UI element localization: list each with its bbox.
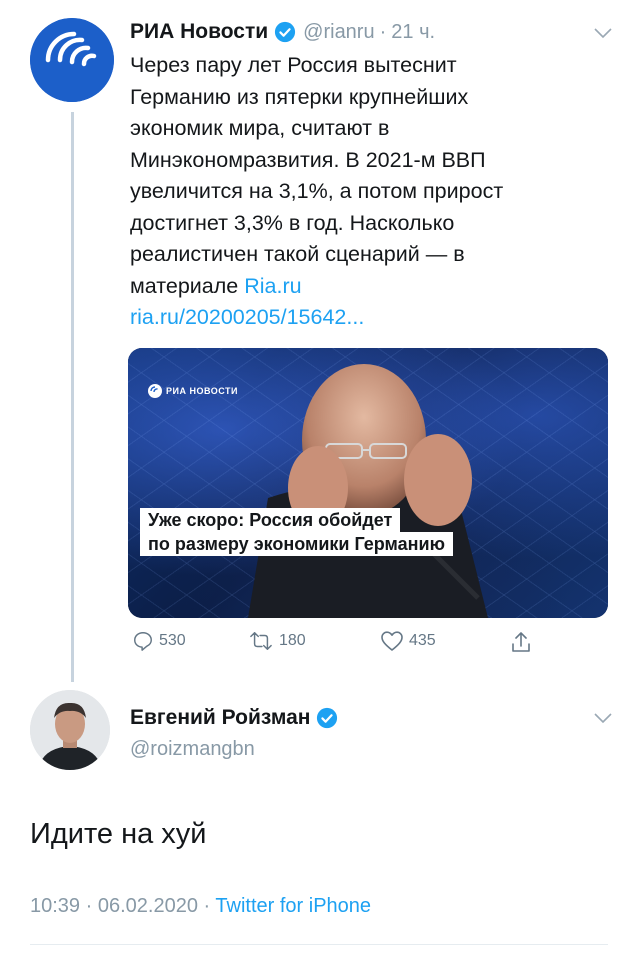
like-count: 435: [409, 632, 436, 649]
divider: [30, 944, 608, 945]
reply-count: 530: [159, 632, 186, 649]
tweet-text: Через пару лет Россия вытеснит Германию …: [130, 50, 570, 334]
chevron-down-icon[interactable]: [594, 27, 612, 39]
caption-line-1: Уже скоро: Россия обойдет: [140, 508, 401, 532]
reply-text: Идите на хуй: [30, 818, 207, 850]
tweet-text-line: Через пару лет Россия вытеснит: [130, 53, 457, 77]
article-link[interactable]: ria.ru/20200205/15642...: [130, 302, 570, 334]
tweet-media-image[interactable]: РИА НОВОСТИ Уже скоро: Россия обойдет по…: [128, 348, 608, 618]
media-brand-label: РИА НОВОСТИ: [166, 386, 238, 396]
meta-separator: ·: [203, 895, 211, 917]
ria-logo-icon: [148, 384, 162, 398]
retweet-button[interactable]: 180: [248, 630, 306, 652]
tweet-text-line: достигнет 3,3% в год. Насколько: [130, 210, 455, 235]
meta-separator: ·: [85, 895, 93, 917]
tweet-actions: 530 180 435: [128, 630, 548, 662]
user-photo-icon: [30, 690, 110, 770]
tweet-text-line: экономик мира, считают в: [130, 116, 390, 140]
share-icon: [512, 632, 530, 652]
author-handle[interactable]: @rianru: [303, 21, 374, 44]
tweet-text-line-last: материале Ria.ru: [130, 271, 570, 303]
client-link[interactable]: Twitter for iPhone: [215, 895, 371, 917]
tweet-text-line: увеличится на 3,1%, а потом прирост: [130, 179, 504, 203]
share-button[interactable]: [510, 630, 537, 654]
like-button[interactable]: 435: [380, 630, 436, 652]
author-name[interactable]: РИА Новости: [130, 20, 268, 44]
retweet-count: 180: [279, 632, 306, 649]
media-caption: Уже скоро: Россия обойдет по размеру эко…: [140, 508, 453, 556]
media-brand: РИА НОВОСТИ: [148, 384, 238, 398]
roizman-avatar[interactable]: [30, 690, 110, 770]
reply-time[interactable]: 10:39: [30, 895, 80, 917]
thread-connector: [71, 112, 74, 682]
tweet-text-line: Минэкономразвития. В 2021-м ВВП: [130, 147, 486, 172]
reply-author-name[interactable]: Евгений Ройзман: [130, 706, 310, 730]
tweet-header: РИА Новости @rianru · 21 ч.: [130, 16, 435, 48]
reply-header: Евгений Ройзман: [130, 703, 338, 733]
like-icon: [381, 631, 403, 651]
reply-date[interactable]: 06.02.2020: [98, 895, 198, 917]
tweet-text-prefix: материале: [130, 273, 239, 298]
tweet-text-line: Германию из пятерки крупнейших: [130, 84, 469, 109]
reply-button[interactable]: 530: [132, 630, 186, 652]
tweet-text-line: реалистичен такой сценарий — в: [130, 242, 465, 266]
reply-meta: 10:39 · 06.02.2020 · Twitter for iPhone: [30, 895, 371, 918]
verified-icon: [275, 21, 296, 43]
caption-line-2: по размеру экономики Германию: [140, 532, 453, 556]
verified-icon: [317, 707, 338, 729]
time-separator: ·: [379, 20, 387, 43]
tweet-time[interactable]: 21 ч.: [391, 21, 435, 44]
chevron-down-icon[interactable]: [594, 712, 612, 724]
reply-icon: [134, 632, 152, 651]
reply-author-handle[interactable]: @roizmangbn: [130, 738, 255, 761]
retweet-icon: [250, 632, 272, 650]
ria-logo-icon: [30, 18, 114, 102]
inline-link[interactable]: Ria.ru: [244, 274, 301, 298]
ria-avatar[interactable]: [30, 18, 114, 102]
